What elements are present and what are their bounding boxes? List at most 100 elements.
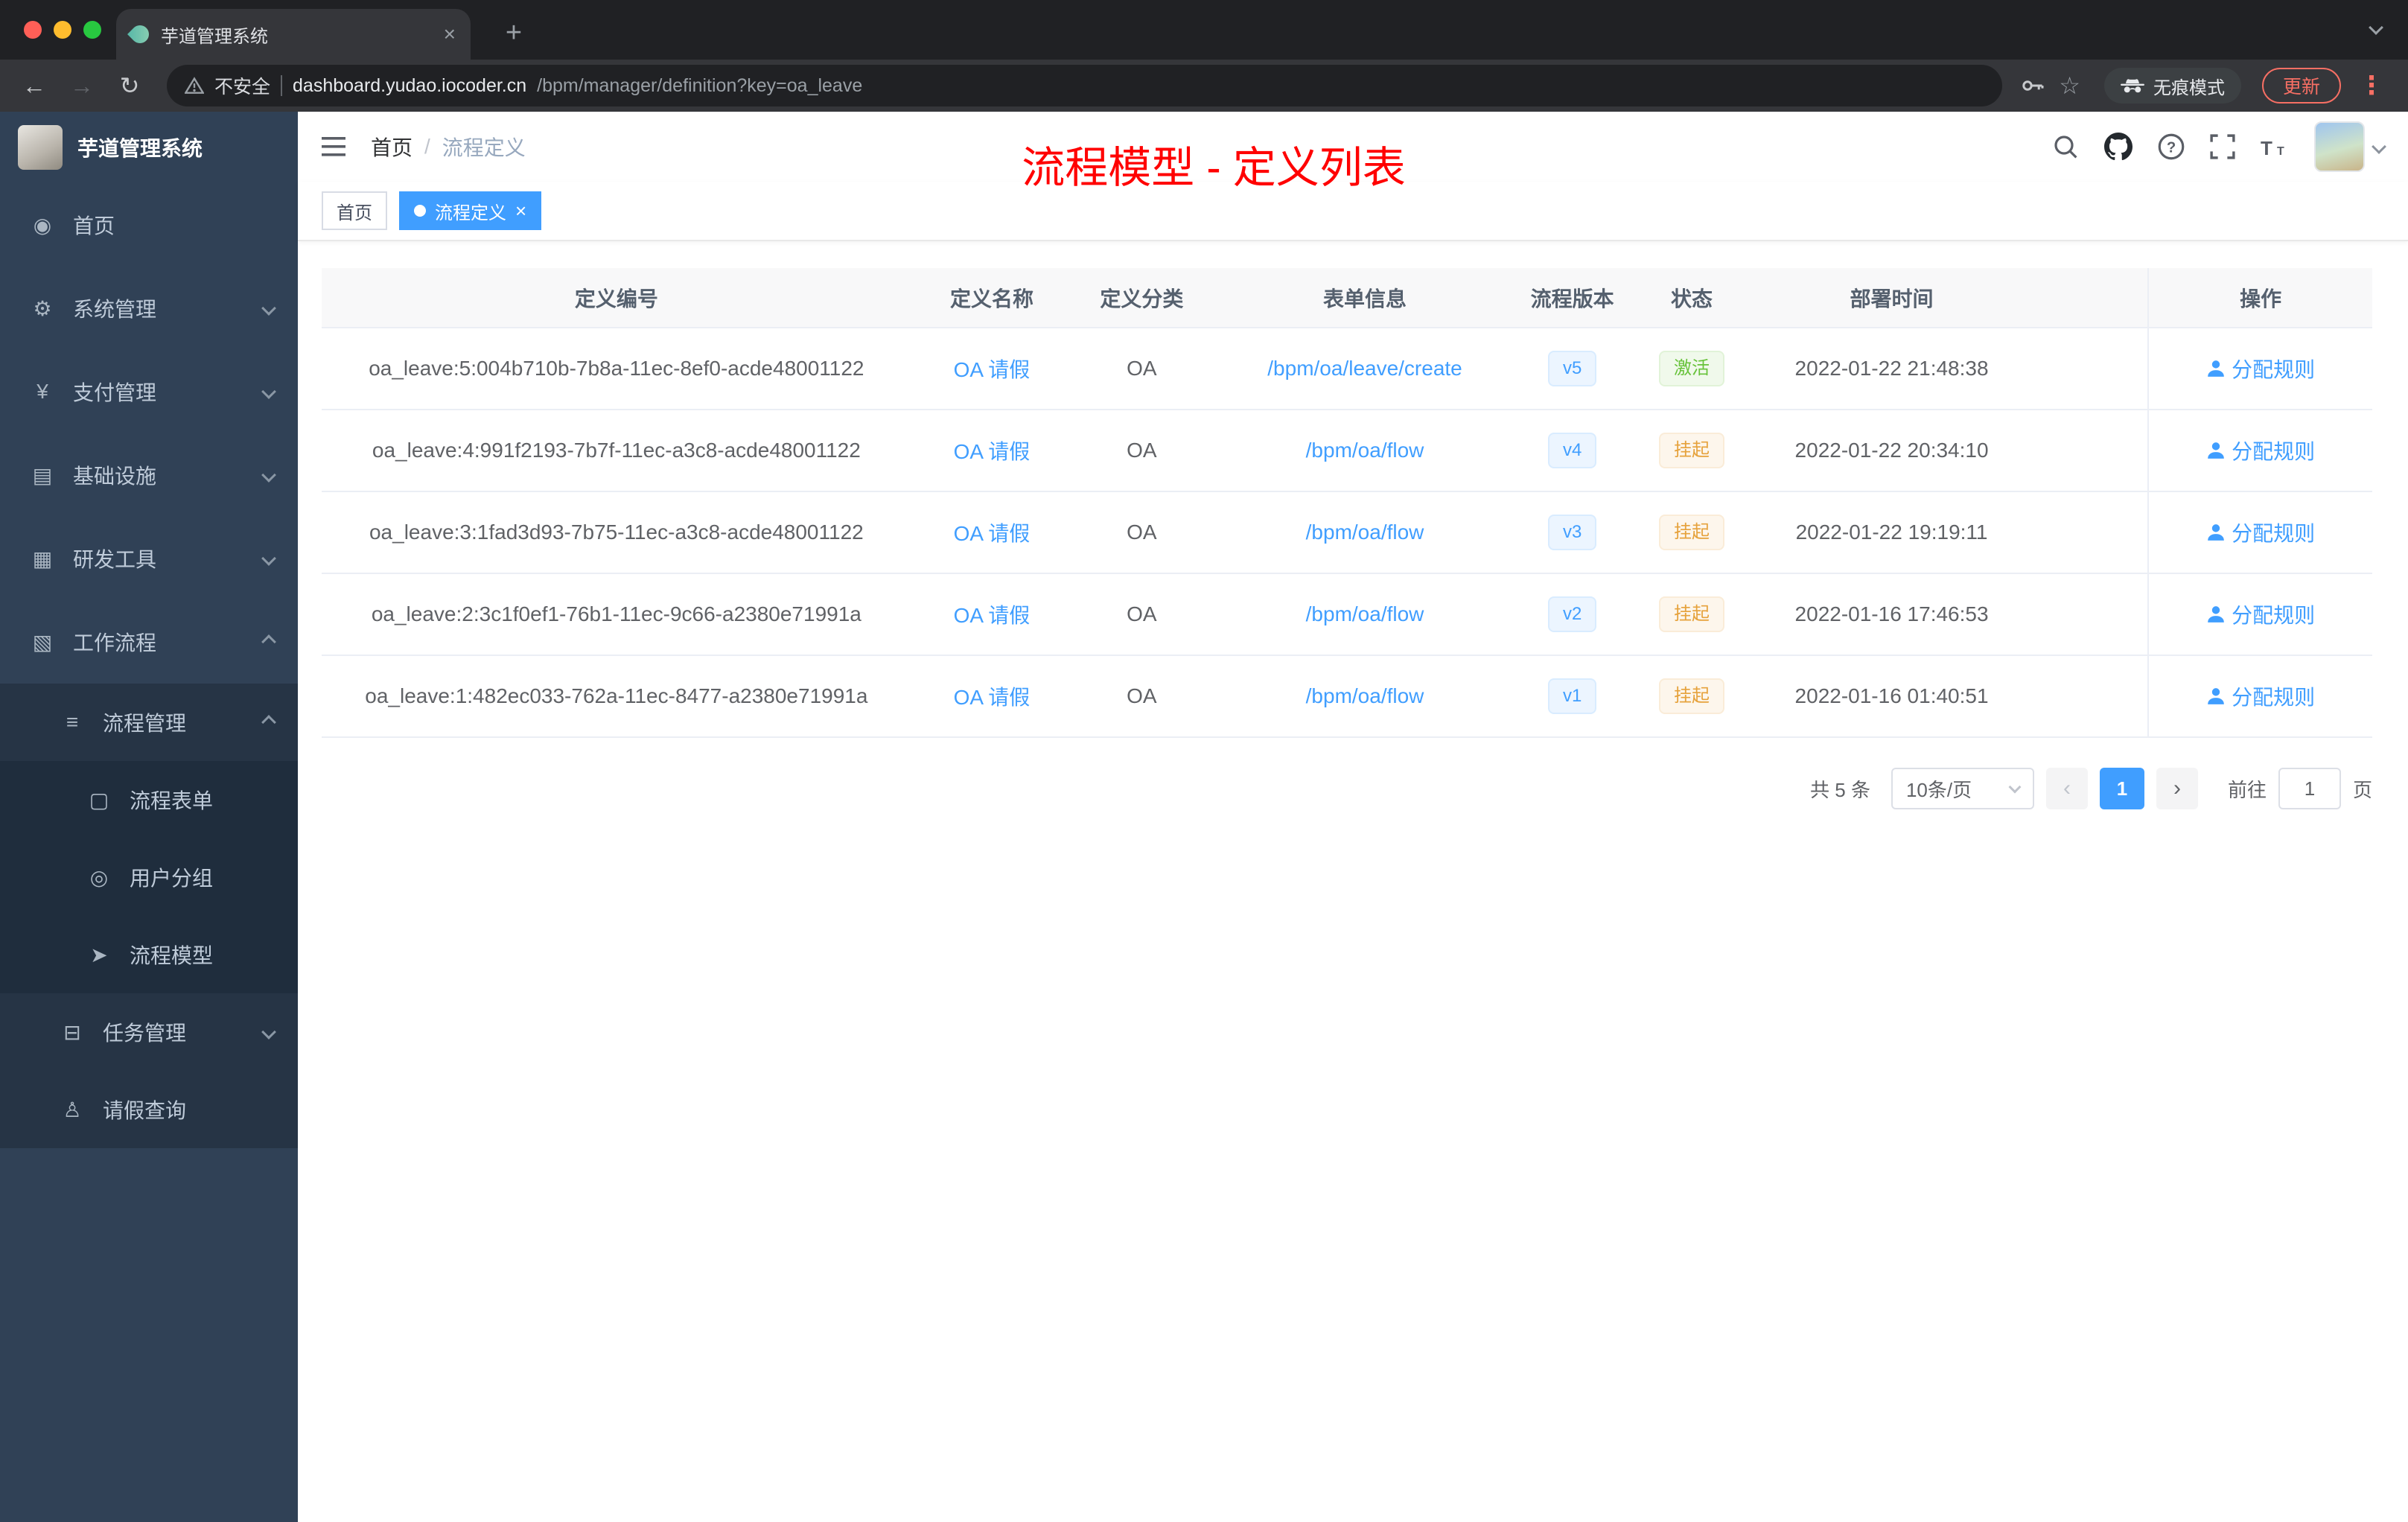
sidebar-item[interactable]: ▢ 流程表单 bbox=[0, 761, 298, 838]
user-menu[interactable] bbox=[2314, 121, 2386, 172]
browser-menu-icon[interactable]: ⋮ bbox=[2350, 71, 2393, 101]
omnibox-divider bbox=[281, 75, 283, 96]
password-key-icon[interactable] bbox=[2020, 74, 2044, 98]
update-button[interactable]: 更新 bbox=[2261, 68, 2341, 104]
process-model-icon: ➤ bbox=[90, 943, 108, 967]
cell-spacer bbox=[2025, 491, 2149, 574]
browser-tab[interactable]: 芋道管理系统 × bbox=[116, 9, 471, 60]
definition-name-link[interactable]: OA 请假 bbox=[954, 440, 1031, 463]
table-header-row: 定义编号 定义名称 定义分类 表单信息 流程版本 状态 部署时间 操作 bbox=[322, 268, 2372, 328]
next-page-button[interactable]: › bbox=[2156, 768, 2198, 809]
cell-deploy-time: 2022-01-22 19:19:11 bbox=[1757, 491, 2026, 574]
assign-rule-link[interactable]: 分配规则 bbox=[2206, 599, 2315, 629]
cell-definition-category: OA bbox=[1072, 410, 1211, 492]
zoom-window-button[interactable] bbox=[83, 21, 101, 39]
workflow-icon: ▧ bbox=[32, 630, 53, 654]
sidebar-item[interactable]: ◉ 首页 bbox=[0, 183, 298, 267]
url-host: dashboard.yudao.iocoder.cn bbox=[293, 74, 527, 96]
reload-icon[interactable]: ↻ bbox=[110, 74, 149, 98]
minimize-window-button[interactable] bbox=[54, 21, 71, 39]
goto-page-input[interactable] bbox=[2278, 768, 2341, 809]
cell-status: 激活 bbox=[1625, 328, 1758, 410]
chevron-down-icon bbox=[261, 468, 276, 483]
close-window-button[interactable] bbox=[24, 21, 42, 39]
cell-status: 挂起 bbox=[1625, 410, 1758, 492]
sidebar-item[interactable]: ♙ 请假查询 bbox=[0, 1071, 298, 1148]
cell-process-version: v5 bbox=[1518, 328, 1626, 410]
search-icon[interactable] bbox=[2052, 133, 2079, 160]
sidebar-item[interactable]: ⊟ 任务管理 bbox=[0, 993, 298, 1071]
cell-definition-category: OA bbox=[1072, 328, 1211, 410]
forward-icon[interactable]: → bbox=[63, 74, 101, 98]
tab-search-chevron-icon[interactable] bbox=[2369, 20, 2383, 35]
chevron-down-icon bbox=[261, 1025, 276, 1039]
chevron-down-icon bbox=[261, 551, 276, 566]
assign-rule-link[interactable]: 分配规则 bbox=[2206, 518, 2315, 547]
page-1-button[interactable]: 1 bbox=[2099, 768, 2144, 809]
sidebar-item[interactable]: ▦ 研发工具 bbox=[0, 517, 298, 600]
sidebar-item-label: 流程表单 bbox=[130, 789, 214, 812]
definition-name-link[interactable]: OA 请假 bbox=[954, 522, 1031, 545]
cell-process-version: v3 bbox=[1518, 491, 1626, 574]
definition-name-link[interactable]: OA 请假 bbox=[954, 358, 1031, 381]
help-icon[interactable]: ? bbox=[2158, 133, 2185, 160]
assign-rule-link[interactable]: 分配规则 bbox=[2206, 436, 2315, 465]
new-tab-button[interactable]: + bbox=[494, 13, 533, 52]
version-tag: v2 bbox=[1547, 596, 1597, 632]
tab-favicon-icon bbox=[127, 22, 153, 47]
tag-item[interactable]: 首页 bbox=[322, 191, 387, 230]
user-icon bbox=[2208, 442, 2224, 459]
cell-form-info: /bpm/oa/flow bbox=[1211, 410, 1519, 492]
back-icon[interactable]: ← bbox=[15, 74, 54, 98]
sidebar-item-label: 任务管理 bbox=[103, 1022, 187, 1045]
form-info-link[interactable]: /bpm/oa/flow bbox=[1306, 439, 1424, 462]
font-size-icon[interactable]: T T bbox=[2261, 136, 2289, 158]
pagination-total: 共 5 条 bbox=[1810, 778, 1870, 801]
sidebar-item[interactable]: ➤ 流程模型 bbox=[0, 916, 298, 993]
cell-deploy-time: 2022-01-22 20:34:10 bbox=[1757, 410, 2026, 492]
sidebar-item-label: 流程模型 bbox=[130, 944, 214, 967]
table-row: oa_leave:4:991f2193-7b7f-11ec-a3c8-acde4… bbox=[322, 410, 2372, 492]
tab-close-icon[interactable]: × bbox=[444, 22, 456, 46]
tag-active[interactable]: 流程定义 × bbox=[399, 191, 542, 230]
cell-form-info: /bpm/oa/flow bbox=[1211, 491, 1519, 574]
bookmark-star-icon[interactable]: ☆ bbox=[2053, 71, 2086, 100]
col-spacer bbox=[2025, 268, 2149, 328]
definition-name-link[interactable]: OA 请假 bbox=[954, 686, 1031, 709]
assign-rule-link[interactable]: 分配规则 bbox=[2206, 681, 2315, 711]
chevron-down-icon bbox=[2008, 780, 2022, 794]
assign-rule-link[interactable]: 分配规则 bbox=[2206, 354, 2315, 383]
incognito-badge: 无痕模式 bbox=[2103, 68, 2241, 104]
hamburger-icon[interactable] bbox=[322, 136, 347, 158]
sidebar-item[interactable]: ≡ 流程管理 bbox=[0, 684, 298, 761]
form-info-link[interactable]: /bpm/oa/flow bbox=[1306, 684, 1424, 707]
avatar[interactable] bbox=[2314, 121, 2365, 172]
url-path: /bpm/manager/definition?key=oa_leave bbox=[537, 74, 863, 96]
tag-close-icon[interactable]: × bbox=[515, 200, 526, 223]
address-bar[interactable]: 不安全 dashboard.yudao.iocoder.cn/bpm/manag… bbox=[167, 65, 2003, 106]
logo[interactable]: 芋道管理系统 bbox=[0, 112, 298, 183]
sidebar-item-label: 请假查询 bbox=[103, 1099, 187, 1122]
user-icon bbox=[2208, 360, 2224, 377]
col-deploy-time: 部署时间 bbox=[1757, 268, 2026, 328]
definition-name-link[interactable]: OA 请假 bbox=[954, 604, 1031, 627]
breadcrumb-home[interactable]: 首页 bbox=[371, 132, 413, 162]
security-label[interactable]: 不安全 bbox=[214, 72, 270, 99]
infrastructure-icon: ▤ bbox=[32, 463, 53, 487]
form-info-link[interactable]: /bpm/oa/flow bbox=[1306, 520, 1424, 544]
table-row: oa_leave:1:482ec033-762a-11ec-8477-a2380… bbox=[322, 655, 2372, 738]
cell-form-info: /bpm/oa/flow bbox=[1211, 573, 1519, 656]
cell-status: 挂起 bbox=[1625, 491, 1758, 574]
fullscreen-icon[interactable] bbox=[2210, 134, 2235, 159]
form-info-link[interactable]: /bpm/oa/flow bbox=[1306, 602, 1424, 625]
page-size-select[interactable]: 10条/页 bbox=[1891, 768, 2034, 809]
sidebar-item[interactable]: ⚙ 系统管理 bbox=[0, 267, 298, 350]
sidebar-item[interactable]: ▧ 工作流程 bbox=[0, 600, 298, 684]
window-controls bbox=[24, 21, 101, 39]
github-icon[interactable] bbox=[2104, 133, 2133, 161]
sidebar-item[interactable]: ▤ 基础设施 bbox=[0, 433, 298, 517]
sidebar-item[interactable]: ◎ 用户分组 bbox=[0, 838, 298, 916]
prev-page-button[interactable]: ‹ bbox=[2045, 768, 2088, 809]
sidebar-item[interactable]: ¥ 支付管理 bbox=[0, 350, 298, 433]
form-info-link[interactable]: /bpm/oa/leave/create bbox=[1267, 357, 1462, 380]
